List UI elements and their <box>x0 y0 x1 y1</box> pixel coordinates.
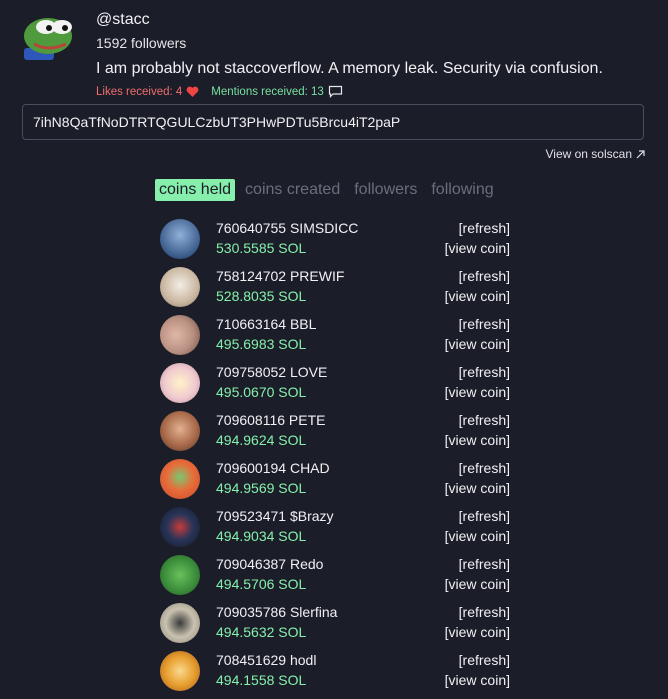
coin-sol-amount: 494.1558 SOL <box>216 672 307 688</box>
coin-name: 758124702 PREWIF <box>216 268 345 284</box>
wallet-address-value: 7ihN8QaTfNoDTRTQGULCzbUT3PHwPDTu5Brcu4iT… <box>33 114 401 130</box>
coin-sol-amount: 528.8035 SOL <box>216 288 307 304</box>
followers-count[interactable]: 1592 followers <box>96 35 186 51</box>
coin-name: 709523471 $Brazy <box>216 508 334 524</box>
bio-text: I am probably not staccoverflow. A memor… <box>96 60 603 77</box>
view-coin-link[interactable]: [view coin] <box>445 240 510 256</box>
mentions-received: Mentions received: 13 <box>211 85 343 98</box>
profile-page: @stacc 1592 followers I am probably not … <box>0 0 668 699</box>
coin-row: 758124702 PREWIF 528.8035 SOL [refresh] … <box>158 264 512 312</box>
chat-bubble-icon <box>328 85 343 98</box>
coin-sol-amount: 495.0670 SOL <box>216 384 307 400</box>
bbl-avatar-icon[interactable] <box>160 315 200 355</box>
refresh-button[interactable]: [refresh] <box>459 556 510 572</box>
refresh-button[interactable]: [refresh] <box>459 268 510 284</box>
coin-row: 709608116 PETE 494.9624 SOL [refresh] [v… <box>158 408 512 456</box>
coin-row: 709035786 Slerfina 494.5632 SOL [refresh… <box>158 600 512 648</box>
brazy-avatar-icon[interactable] <box>160 507 200 547</box>
love-avatar-icon[interactable] <box>160 363 200 403</box>
view-coin-link[interactable]: [view coin] <box>445 624 510 640</box>
redo-avatar-icon[interactable] <box>160 555 200 595</box>
tab-followers[interactable]: followers <box>350 179 421 201</box>
coin-sol-amount: 530.5585 SOL <box>216 240 307 256</box>
refresh-button[interactable]: [refresh] <box>459 316 510 332</box>
prewif-avatar-icon[interactable] <box>160 267 200 307</box>
slerfina-avatar-icon[interactable] <box>160 603 200 643</box>
view-coin-link[interactable]: [view coin] <box>445 576 510 592</box>
coin-name: 709758052 LOVE <box>216 364 328 380</box>
profile-tabs: coins held coins created followers follo… <box>155 179 504 201</box>
simsdicc-avatar-icon[interactable] <box>160 219 200 259</box>
pete-avatar-icon[interactable] <box>160 411 200 451</box>
coin-name: 709046387 Redo <box>216 556 324 572</box>
view-coin-link[interactable]: [view coin] <box>445 384 510 400</box>
coin-name: 760640755 SIMSDICC <box>216 220 359 236</box>
pepe-avatar-icon <box>22 14 78 62</box>
likes-received: Likes received: 4 <box>96 86 199 98</box>
refresh-button[interactable]: [refresh] <box>459 220 510 236</box>
coin-sol-amount: 495.6983 SOL <box>216 336 307 352</box>
likes-label: Likes received: 4 <box>96 85 183 98</box>
refresh-button[interactable]: [refresh] <box>459 364 510 380</box>
refresh-button[interactable]: [refresh] <box>459 412 510 428</box>
coin-sol-amount: 494.5706 SOL <box>216 576 307 592</box>
coin-name: 709600194 CHAD <box>216 460 330 476</box>
view-on-solscan-link[interactable]: View on solscan <box>546 147 647 161</box>
chad-avatar-icon[interactable] <box>160 459 200 499</box>
coin-row: 760640755 SIMSDICC 530.5585 SOL [refresh… <box>158 216 512 264</box>
coin-row: 708451629 hodl 494.1558 SOL [refresh] [v… <box>158 648 512 696</box>
coin-row: 709758052 LOVE 495.0670 SOL [refresh] [v… <box>158 360 512 408</box>
hodl-avatar-icon[interactable] <box>160 651 200 691</box>
view-coin-link[interactable]: [view coin] <box>445 528 510 544</box>
coin-row: 709046387 Redo 494.5706 SOL [refresh] [v… <box>158 552 512 600</box>
view-coin-link[interactable]: [view coin] <box>445 672 510 688</box>
tab-coins-held[interactable]: coins held <box>155 179 236 201</box>
view-coin-link[interactable]: [view coin] <box>445 432 510 448</box>
refresh-button[interactable]: [refresh] <box>459 652 510 668</box>
solscan-label: View on solscan <box>545 147 633 161</box>
refresh-button[interactable]: [refresh] <box>459 604 510 620</box>
view-coin-link[interactable]: [view coin] <box>445 480 510 496</box>
coin-name: 709035786 Slerfina <box>216 604 338 620</box>
refresh-button[interactable]: [refresh] <box>459 460 510 476</box>
coin-sol-amount: 494.9034 SOL <box>216 528 307 544</box>
view-coin-link[interactable]: [view coin] <box>445 336 510 352</box>
coin-name: 708451629 hodl <box>216 652 317 668</box>
username: @stacc <box>96 11 150 28</box>
tab-coins-created[interactable]: coins created <box>241 179 344 201</box>
refresh-button[interactable]: [refresh] <box>459 508 510 524</box>
coin-row: 709600194 CHAD 494.9569 SOL [refresh] [v… <box>158 456 512 504</box>
coin-row: 710663164 BBL 495.6983 SOL [refresh] [vi… <box>158 312 512 360</box>
tab-following[interactable]: following <box>427 179 497 201</box>
stats-row: Likes received: 4 Mentions received: 13 <box>96 85 343 98</box>
heart-icon <box>186 86 199 98</box>
view-coin-link[interactable]: [view coin] <box>445 288 510 304</box>
mentions-label: Mentions received: 13 <box>211 85 324 98</box>
coins-held-list: 760640755 SIMSDICC 530.5585 SOL [refresh… <box>158 216 512 696</box>
coin-sol-amount: 494.5632 SOL <box>216 624 307 640</box>
coin-sol-amount: 494.9624 SOL <box>216 432 307 448</box>
coin-row: 709523471 $Brazy 494.9034 SOL [refresh] … <box>158 504 512 552</box>
wallet-address-field[interactable]: 7ihN8QaTfNoDTRTQGULCzbUT3PHwPDTu5Brcu4iT… <box>22 104 644 140</box>
coin-name: 710663164 BBL <box>216 316 317 332</box>
coin-sol-amount: 494.9569 SOL <box>216 480 307 496</box>
external-arrow-icon <box>635 149 646 160</box>
coin-name: 709608116 PETE <box>216 412 326 428</box>
